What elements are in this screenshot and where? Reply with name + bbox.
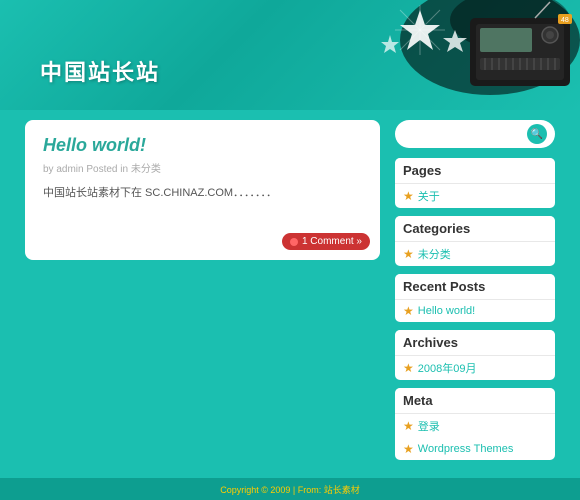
meta-link-wp-themes[interactable]: Wordpress Themes xyxy=(418,443,514,455)
sidebar-section-recent-posts: Recent Posts ★ Hello world! xyxy=(395,274,555,322)
post-card: Hello world! by admin Posted in 未分类 中国站长… xyxy=(25,120,380,260)
pages-link-about[interactable]: 关于 xyxy=(418,188,440,204)
sidebar-section-title-categories: Categories xyxy=(395,216,555,242)
recent-post-link-hello[interactable]: Hello world! xyxy=(418,305,475,317)
list-item: ★ Hello world! xyxy=(395,300,555,322)
list-item: ★ 未分类 xyxy=(395,242,555,266)
post-meta: by admin Posted in 未分类 xyxy=(43,160,362,175)
category-link-uncategorized[interactable]: 未分类 xyxy=(418,246,451,262)
sidebar-section-categories: Categories ★ 未分类 xyxy=(395,216,555,266)
footer-text: Copyright © 2009 | From: 站长素材 xyxy=(220,483,360,496)
star-icon: ★ xyxy=(403,419,414,433)
header-decoration: 48 xyxy=(340,0,580,110)
archive-link-2008-09[interactable]: 2008年09月 xyxy=(418,360,477,376)
meta-link-login[interactable]: 登录 xyxy=(418,418,440,434)
comment-dot xyxy=(290,238,298,246)
sidebar-section-title-recent-posts: Recent Posts xyxy=(395,274,555,300)
sidebar-section-archives: Archives ★ 2008年09月 xyxy=(395,330,555,380)
header: 48 中国站长站 xyxy=(0,0,580,110)
sidebar-section-meta: Meta ★ 登录 ★ Wordpress Themes xyxy=(395,388,555,460)
comment-label: 1 Comment » xyxy=(302,236,362,247)
search-icon[interactable]: 🔍 xyxy=(527,124,547,144)
site-title: 中国站长站 xyxy=(40,55,160,87)
star-icon: ★ xyxy=(403,189,414,203)
comment-bubble[interactable]: 1 Comment » xyxy=(282,233,370,250)
star-icon: ★ xyxy=(403,304,414,318)
star-icon: ★ xyxy=(403,442,414,456)
sidebar-section-title-pages: Pages xyxy=(395,158,555,184)
svg-text:48: 48 xyxy=(561,17,569,24)
content-area: Hello world! by admin Posted in 未分类 中国站长… xyxy=(25,120,380,468)
list-item: ★ 登录 xyxy=(395,414,555,438)
post-excerpt: 中国站长站素材下在 SC.CHINAZ.COM．．．．．．． xyxy=(43,185,362,203)
list-item: ★ 关于 xyxy=(395,184,555,208)
sidebar-section-pages: Pages ★ 关于 xyxy=(395,158,555,208)
list-item: ★ Wordpress Themes xyxy=(395,438,555,460)
sidebar: 🔍 Pages ★ 关于 Categories ★ 未分类 Rec xyxy=(395,120,555,468)
sidebar-section-title-meta: Meta xyxy=(395,388,555,414)
footer: Copyright © 2009 | From: 站长素材 xyxy=(0,478,580,500)
page-wrapper: 48 中国站长站 Hello world! by admin Posted in… xyxy=(0,0,580,500)
post-title: Hello world! xyxy=(43,135,362,156)
main-layout: Hello world! by admin Posted in 未分类 中国站长… xyxy=(0,110,580,478)
search-bar[interactable]: 🔍 xyxy=(395,120,555,148)
list-item: ★ 2008年09月 xyxy=(395,356,555,380)
sidebar-section-title-archives: Archives xyxy=(395,330,555,356)
star-icon: ★ xyxy=(403,361,414,375)
star-icon: ★ xyxy=(403,247,414,261)
